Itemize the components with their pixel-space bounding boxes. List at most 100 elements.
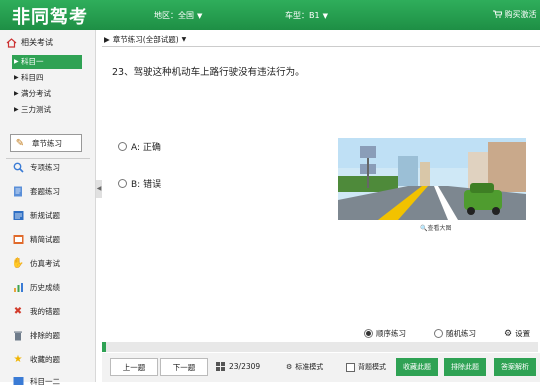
nav-label: 科目一二 [30,376,60,386]
nav-label: 新规试题 [30,210,60,220]
answer-explanation-button[interactable]: 答案解析 [494,358,536,376]
pencil-icon: ✎ [15,137,25,149]
recite-mode-checkbox[interactable]: 背题模式 [346,362,386,372]
trash-icon [12,329,24,341]
recite-mode-label: 背题模式 [358,363,386,371]
nav-excluded[interactable]: 排除的题 [12,326,60,344]
nav-simulation-exam[interactable]: ✋ 仿真考试 [12,254,60,272]
exam-item-three-ability[interactable]: ▶ 三力测试 [12,103,82,117]
road-scene-illustration [338,138,526,220]
main-panel: ▶ 章节练习(全部试题) ▼ 23、驾驶这种机动车上路行驶没有违法行为。 A: … [102,30,540,382]
related-exams-title: 相关考试 [21,38,53,47]
nav-label: 我的错题 [30,306,60,316]
star-icon: ★ [13,353,23,365]
nav-streamlined[interactable]: 精简试题 [12,230,60,248]
hand-icon: ✋ [11,257,25,269]
nav-my-mistakes[interactable]: ✖ 我的错题 [12,302,60,320]
top-bar: 非同驾考 地区：全国 ▼ 车型：B1 ▼ 购买激活 [0,0,540,30]
standard-mode-label: 标准模式 [295,363,324,371]
book-icon [12,375,24,387]
exam-item-label: 科目四 [21,73,44,82]
nav-history-scores[interactable]: 历史成绩 [12,278,60,296]
mode-sequential-radio[interactable] [364,329,373,338]
nav-favorites[interactable]: ★ 收藏的题 [12,350,60,368]
option-a[interactable]: A: 正确 [118,140,161,153]
cartype-label: 车型：B1 [285,11,320,20]
nav-label: 仿真考试 [30,258,60,268]
brand-logo: 非同驾考 [12,7,88,28]
breadcrumb-label: 章节练习(全部试题) [112,35,179,44]
collect-question-button[interactable]: 收藏此题 [396,358,438,376]
nav-new-rules[interactable]: 新规试题 [12,206,60,224]
question-image[interactable] [338,138,526,220]
nav-subject-one-two[interactable]: 科目一二 [12,372,60,390]
progress-bar [102,342,538,352]
exam-item-subject1[interactable]: ▶ 科目一 [12,55,82,69]
nav-set-practice[interactable]: 套题练习 [12,182,60,200]
chevron-down-icon: ▼ [322,12,328,20]
exam-item-label: 满分考试 [21,89,51,98]
nav-label: 专项练习 [30,162,60,172]
nav-chapter-practice[interactable]: ✎ 章节练习 [10,134,82,152]
option-b[interactable]: B: 错误 [118,177,161,190]
progress-fill [102,342,107,352]
gear-icon: ⚙ [286,363,293,371]
nav-topic-practice[interactable]: 专项练习 [12,158,60,176]
breadcrumb[interactable]: ▶ 章节练习(全部试题) ▼ [102,33,540,47]
mode-sequential[interactable]: 顺序练习 [364,328,406,339]
option-b-radio[interactable] [118,179,127,188]
gear-icon: ⚙ [504,328,513,339]
standard-mode-button[interactable]: ⚙ 标准模式 [286,362,323,372]
region-label: 地区：全国 [154,11,194,20]
prev-button[interactable]: 上一题 [110,358,158,376]
option-a-label: A: 正确 [131,143,161,153]
cart-icon [493,10,503,18]
chevron-down-icon: ▼ [181,36,187,43]
related-exams-header: 相关考试 [6,37,53,48]
mode-random[interactable]: 随机练习 [434,328,476,339]
bar-chart-icon [12,281,24,293]
purchase-label: 购买激活 [504,10,537,19]
arrow-right-icon: ▶ [14,74,19,81]
nav-label: 收藏的题 [30,354,60,364]
question-counter: 23/2309 [216,362,260,371]
exam-item-subject4[interactable]: ▶ 科目四 [12,71,82,85]
next-button[interactable]: 下一题 [160,358,208,376]
bottom-toolbar: 上一题 下一题 23/2309 ⚙ 标准模式 背题模式 收藏此题 排除此题 答案解… [102,353,540,382]
mode-random-radio[interactable] [434,329,443,338]
nav-label: 历史成绩 [30,282,60,292]
home-icon [6,37,17,48]
grid-icon [216,362,225,371]
sidebar: 相关考试 ▶ 科目一 ▶ 科目四 ▶ 满分考试 ▶ 三力测试 ✎ 章节练习 专项练习 套题… [0,30,96,386]
arrow-right-icon: ▶ [14,106,19,113]
streamlined-icon [12,233,24,245]
exclude-question-button[interactable]: 排除此题 [444,358,486,376]
chevron-left-icon: ◀ [96,185,102,192]
recite-mode-box[interactable] [346,362,355,372]
nav-label: 精简试题 [30,234,60,244]
cross-icon: ✖ [13,305,23,317]
arrow-right-icon: ▶ [104,35,110,44]
settings-label: 设置 [515,329,531,338]
purchase-button[interactable]: 购买激活 [493,9,537,20]
view-large-image-link[interactable]: 🔍查看大图 [420,223,452,232]
new-rules-icon [12,209,24,221]
option-a-radio[interactable] [118,142,127,151]
document-icon [12,185,24,197]
magnifier-icon [12,161,24,173]
nav-label: 套题练习 [30,186,60,196]
view-large-image-label: 查看大图 [427,225,452,232]
nav-label: 排除的题 [30,330,60,340]
chevron-down-icon: ▼ [197,12,203,20]
question-text: 23、驾驶这种机动车上路行驶没有违法行为。 [112,67,305,78]
question-counter-label: 23/2309 [229,362,261,371]
nav-label: 章节练习 [32,138,62,148]
arrow-right-icon: ▶ [14,90,19,97]
settings-button[interactable]: ⚙ 设置 [504,328,530,339]
exam-item-full-score[interactable]: ▶ 满分考试 [12,87,82,101]
option-b-label: B: 错误 [131,180,162,190]
exam-item-label: 三力测试 [21,105,51,114]
arrow-right-icon: ▶ [14,58,19,65]
cartype-selector[interactable]: 车型：B1 ▼ [285,10,328,21]
region-selector[interactable]: 地区：全国 ▼ [154,10,202,21]
